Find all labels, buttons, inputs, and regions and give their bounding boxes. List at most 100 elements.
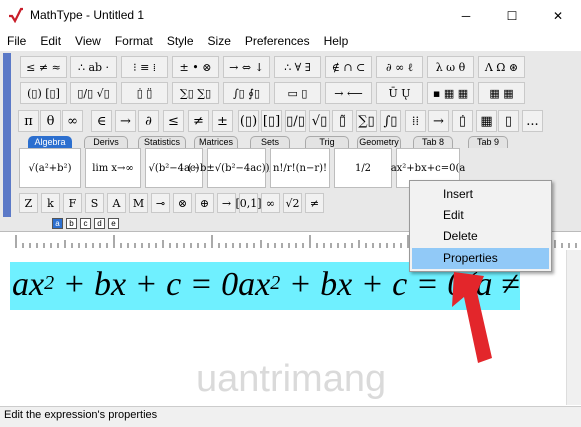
equation-exponent: 2 [270, 272, 281, 294]
context-menu-insert[interactable]: Insert [412, 184, 549, 205]
size-button[interactable]: e [108, 218, 119, 229]
template-palette-button[interactable]: ▭ ▯ [274, 82, 321, 104]
menu-edit[interactable]: Edit [33, 31, 68, 51]
symbol-palette-button[interactable]: ∉ ∩ ⊂ [325, 56, 372, 78]
menu-format[interactable]: Format [108, 31, 160, 51]
expression-template[interactable]: 1/2 [334, 148, 392, 188]
small-symbol-button[interactable]: ⊸ [151, 193, 170, 213]
small-bar-button[interactable]: ... [522, 110, 543, 132]
small-symbol-button[interactable]: ≠ [305, 193, 324, 213]
small-bar-button[interactable]: √▯ [309, 110, 330, 132]
window-title: MathType - Untitled 1 [30, 8, 145, 22]
small-symbol-button[interactable]: A [107, 193, 126, 213]
maximize-button[interactable]: ☐ [489, 0, 535, 31]
annotation-arrow-icon [452, 272, 492, 363]
small-bar-button[interactable]: ⁞⁞ [405, 110, 426, 132]
menu-help[interactable]: Help [317, 31, 356, 51]
template-palette-button[interactable]: ▯̇ ▯̈ [121, 82, 168, 104]
menu-preferences[interactable]: Preferences [238, 31, 317, 51]
tab-geometry[interactable]: Geometry [357, 136, 401, 148]
vertical-scrollbar[interactable] [566, 250, 581, 405]
small-symbol-button[interactable]: ⊕ [195, 193, 214, 213]
template-palette-button[interactable]: (▯) [▯] [20, 82, 67, 104]
symbol-palette-button[interactable]: ≤ ≠ ≈ [20, 56, 67, 78]
small-bar-button[interactable]: ▦ [476, 110, 497, 132]
symbol-palette-button[interactable]: → ⇔ ↓ [223, 56, 270, 78]
equation-term: ax [12, 266, 45, 303]
menu-size[interactable]: Size [201, 31, 238, 51]
template-palette-button[interactable]: ∫▯ ∮▯ [223, 82, 270, 104]
template-palette-button[interactable]: ▯/▯ √▯ [70, 82, 117, 104]
small-symbol-button[interactable]: √2 [283, 193, 302, 213]
small-bar-button[interactable]: ≠ [188, 110, 209, 132]
minimize-button[interactable]: ─ [443, 0, 489, 31]
template-palette-button[interactable]: ∑▯ ∑▯ [172, 82, 219, 104]
tab-tab-9[interactable]: Tab 9 [468, 136, 508, 148]
expression-template[interactable]: n!/r!(n−r)! [270, 148, 330, 188]
menu-bar: File Edit View Format Style Size Prefere… [0, 31, 581, 51]
small-symbol-button[interactable]: Z [19, 193, 38, 213]
template-palette-button[interactable]: Ū Ų [376, 82, 423, 104]
small-bar-button[interactable]: ∂ [138, 110, 159, 132]
template-palette-button[interactable]: → ⟵ [325, 82, 372, 104]
small-bar-button[interactable]: ∞ [62, 110, 83, 132]
small-bar-button[interactable]: [▯] [261, 110, 282, 132]
small-symbol-button[interactable]: k [41, 193, 60, 213]
small-bar-button[interactable]: ▯̃ [332, 110, 353, 132]
template-palette-button[interactable]: ▦ ▦ [478, 82, 525, 104]
palette-handle[interactable] [3, 53, 11, 217]
symbol-palette-button[interactable]: ⁝ ≡ ⁞ [121, 56, 168, 78]
small-bar-button[interactable]: ▯/▯ [285, 110, 306, 132]
symbol-palette-button[interactable]: ∴ ab · [70, 56, 117, 78]
small-symbol-button[interactable]: → [217, 193, 236, 213]
menu-style[interactable]: Style [160, 31, 201, 51]
small-symbol-button[interactable]: F [63, 193, 82, 213]
size-button[interactable]: d [94, 218, 105, 229]
small-bar-button[interactable]: ▯ [498, 110, 519, 132]
expression-template[interactable]: √(a²+b²) [19, 148, 81, 188]
close-button[interactable]: ✕ [535, 0, 581, 31]
small-bar-button[interactable]: π [18, 110, 39, 132]
tab-algebra[interactable]: Algebra [28, 136, 72, 148]
context-menu-delete[interactable]: Delete [412, 226, 549, 247]
small-bar-button[interactable]: → [115, 110, 136, 132]
template-palette-button[interactable]: ▪ ▦ ▦ [427, 82, 474, 104]
context-menu-edit[interactable]: Edit [412, 205, 549, 226]
small-symbol-button[interactable]: [0,1] [235, 193, 262, 213]
symbol-palette-button[interactable]: ∂ ∞ ℓ [376, 56, 423, 78]
size-button[interactable]: a [52, 218, 63, 229]
expression-template[interactable]: lim x→∞ [85, 148, 141, 188]
size-button[interactable]: c [80, 218, 91, 229]
small-symbol-button[interactable]: S [85, 193, 104, 213]
symbol-palette-button[interactable]: ± • ⊗ [172, 56, 219, 78]
small-symbol-button[interactable]: ⊗ [173, 193, 192, 213]
small-bar-button[interactable]: ± [212, 110, 233, 132]
small-bar-button[interactable]: (▯) [238, 110, 259, 132]
equation-term: + bx + c = 0ax [54, 266, 271, 303]
tab-trig[interactable]: Trig [305, 136, 349, 148]
tab-derivs[interactable]: Derivs [84, 136, 128, 148]
small-bar-button[interactable]: → [428, 110, 449, 132]
small-bar-button[interactable]: ∈ [91, 110, 112, 132]
small-symbol-button[interactable]: M [129, 193, 148, 213]
expression-template[interactable]: (−b±√(b²−4ac))/2a [188, 148, 285, 188]
symbol-palette-button[interactable]: Λ Ω ⊛ [478, 56, 525, 78]
small-bar-button[interactable]: ∑▯ [356, 110, 377, 132]
size-button[interactable]: b [66, 218, 77, 229]
tab-tab-8[interactable]: Tab 8 [413, 136, 453, 148]
close-icon: ✕ [552, 8, 564, 23]
menu-file[interactable]: File [0, 31, 33, 51]
small-bar-button[interactable]: ≤ [163, 110, 184, 132]
equation-exponent: 2 [44, 272, 55, 294]
small-bar-button[interactable]: θ [40, 110, 61, 132]
small-bar-button[interactable]: ∫▯ [380, 110, 401, 132]
tab-sets[interactable]: Sets [250, 136, 290, 148]
symbol-palette-button[interactable]: λ ω θ [427, 56, 474, 78]
symbol-palette-button[interactable]: ∴ ∀ ∃ [274, 56, 321, 78]
menu-view[interactable]: View [68, 31, 108, 51]
tab-statistics[interactable]: Statistics [138, 136, 186, 148]
small-symbol-button[interactable]: ∞ [261, 193, 280, 213]
small-bar-button[interactable]: ▯̇ [452, 110, 473, 132]
tab-matrices[interactable]: Matrices [194, 136, 238, 148]
minimize-icon: ─ [461, 8, 471, 23]
